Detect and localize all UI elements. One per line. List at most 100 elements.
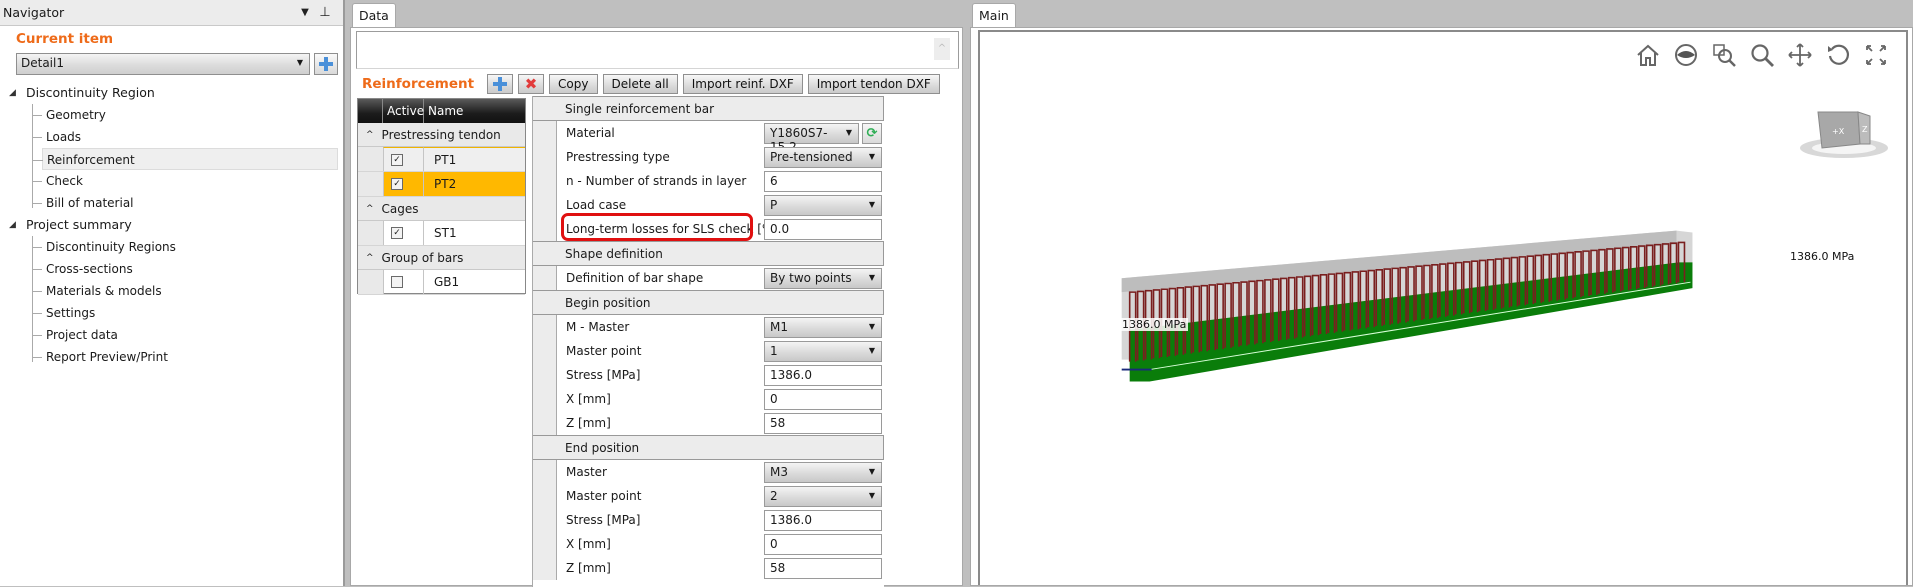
- column-header-active[interactable]: Active: [383, 99, 424, 123]
- active-checkbox[interactable]: ✓: [391, 227, 403, 239]
- begin-z-input[interactable]: 58: [764, 412, 882, 434]
- tree-item-loads[interactable]: Loads: [0, 126, 343, 148]
- tree-item-settings[interactable]: Settings: [0, 302, 343, 324]
- section-begin-position[interactable]: Begin position: [533, 290, 884, 315]
- list-item-selected[interactable]: ✓ PT2: [358, 172, 525, 197]
- end-stress-input[interactable]: 1386.0: [764, 509, 882, 531]
- active-checkbox[interactable]: ✓: [391, 153, 403, 166]
- tree-item-cross-sections[interactable]: Cross-sections: [0, 258, 343, 280]
- tree-item-reinforcement[interactable]: Reinforcement: [33, 148, 338, 170]
- collapse-triangle-icon[interactable]: ◢: [9, 214, 16, 236]
- begin-stress-input[interactable]: 1386.0: [764, 364, 882, 386]
- material-select[interactable]: Y1860S7-15.2 ▼: [764, 122, 859, 154]
- navigator-tree: ◢ Discontinuity Region Geometry Loads Re…: [0, 82, 343, 368]
- scroll-up-button[interactable]: ^: [934, 38, 950, 60]
- list-item[interactable]: ✓ ST1: [358, 221, 525, 246]
- tree-node-discontinuity-region[interactable]: ◢ Discontinuity Region: [0, 82, 343, 104]
- row-gutter: [358, 172, 383, 196]
- row-gutter: [533, 387, 557, 411]
- end-x-input[interactable]: 0: [764, 533, 882, 555]
- active-checkbox[interactable]: ✓: [391, 178, 403, 190]
- section-end-position[interactable]: End position: [533, 435, 884, 460]
- dropdown-menu-icon[interactable]: ▼: [295, 7, 315, 18]
- 3d-viewport[interactable]: 1386.0 MPa 1386.0 MPa +X Z: [978, 30, 1908, 585]
- end-master-point-select[interactable]: 2 ▼: [764, 485, 882, 507]
- fullscreen-button[interactable]: [1862, 41, 1890, 69]
- begin-master-point-select[interactable]: 1 ▼: [764, 340, 882, 362]
- active-checkbox[interactable]: [391, 276, 403, 288]
- navigation-cube[interactable]: +X Z: [1796, 104, 1896, 164]
- zoom-window-button[interactable]: [1710, 41, 1738, 69]
- collapse-caret-icon[interactable]: ^: [366, 130, 374, 140]
- tree-item-geometry[interactable]: Geometry: [0, 104, 343, 126]
- collapse-caret-icon[interactable]: ^: [366, 253, 374, 263]
- collapse-triangle-icon[interactable]: ◢: [9, 82, 16, 104]
- beam-3d-model[interactable]: [980, 32, 1906, 585]
- list-item[interactable]: GB1: [358, 270, 525, 295]
- delete-reinforcement-button[interactable]: ✖: [518, 74, 545, 94]
- tree-item-check[interactable]: Check: [0, 170, 343, 192]
- load-case-select[interactable]: P ▼: [764, 194, 882, 216]
- tab-main[interactable]: Main: [972, 3, 1016, 27]
- end-master-select[interactable]: M3 ▼: [764, 461, 882, 483]
- add-item-button[interactable]: [314, 53, 338, 75]
- add-reinforcement-button[interactable]: [487, 74, 514, 94]
- view-mode-button[interactable]: [1672, 41, 1700, 69]
- list-group-cages[interactable]: ^ Cages: [358, 197, 525, 221]
- tree-node-label: Discontinuity Region: [26, 85, 155, 100]
- section-shape-definition[interactable]: Shape definition: [533, 241, 884, 266]
- property-label: Long-term losses for SLS check [%]: [566, 222, 779, 236]
- home-view-button[interactable]: [1634, 41, 1662, 69]
- collapse-caret-icon[interactable]: ^: [366, 204, 374, 214]
- list-item[interactable]: ✓ PT1: [358, 147, 525, 172]
- zoom-button[interactable]: [1748, 41, 1776, 69]
- cube-label-z: Z: [1862, 125, 1868, 134]
- strands-input[interactable]: 6: [764, 170, 882, 192]
- begin-x-input[interactable]: 0: [764, 388, 882, 410]
- column-header-name[interactable]: Name: [424, 99, 525, 123]
- pin-icon[interactable]: ⊥: [315, 5, 335, 20]
- list-group-group-of-bars[interactable]: ^ Group of bars: [358, 246, 525, 270]
- end-z-input[interactable]: 58: [764, 557, 882, 579]
- refresh-material-button[interactable]: ⟳: [862, 122, 882, 144]
- fullscreen-icon: [1866, 45, 1886, 65]
- tree-item-discontinuity-regions[interactable]: Discontinuity Regions: [0, 236, 343, 258]
- current-item-label: Current item: [16, 31, 114, 47]
- row-gutter: [533, 217, 557, 241]
- property-label: Master: [566, 465, 607, 479]
- chevron-down-icon: ▼: [868, 466, 875, 476]
- property-label: Z [mm]: [566, 416, 611, 430]
- copy-button[interactable]: Copy: [549, 74, 598, 94]
- home-icon: [1637, 44, 1659, 66]
- delete-all-button[interactable]: Delete all: [602, 74, 678, 94]
- tree-node-project-summary[interactable]: ◢ Project summary: [0, 214, 343, 236]
- long-term-losses-input[interactable]: 0.0: [764, 218, 882, 240]
- bar-shape-select[interactable]: By two points ▼: [764, 267, 882, 289]
- tree-item-project-data[interactable]: Project data: [0, 324, 343, 346]
- end-master-point-value: 2: [770, 488, 778, 503]
- main-panel: 1386.0 MPa 1386.0 MPa +X Z: [970, 27, 1913, 586]
- property-label: Stress [MPa]: [566, 513, 641, 527]
- pan-button[interactable]: [1786, 41, 1814, 69]
- import-reinf-dxf-button[interactable]: Import reinf. DXF: [682, 74, 803, 94]
- tab-data[interactable]: Data: [352, 3, 396, 27]
- prestressing-type-select[interactable]: Pre-tensioned ▼: [764, 146, 882, 168]
- property-end-z: Z [mm] 58: [533, 556, 884, 580]
- import-tendon-dxf-button[interactable]: Import tendon DXF: [807, 74, 940, 94]
- zoom-window-icon: [1713, 44, 1736, 67]
- list-group-prestressing-tendon[interactable]: ^ Prestressing tendon: [358, 123, 525, 147]
- tree-item-materials-models[interactable]: Materials & models: [0, 280, 343, 302]
- property-end-master: Master M3 ▼: [533, 460, 884, 484]
- rotate-button[interactable]: [1824, 41, 1852, 69]
- section-single-reinforcement-bar[interactable]: Single reinforcement bar: [533, 96, 884, 121]
- tree-item-report-preview[interactable]: Report Preview/Print: [0, 346, 343, 368]
- current-item-select[interactable]: Detail1 ▼: [16, 53, 310, 75]
- begin-master-point-value: 1: [770, 343, 778, 358]
- tree-item-bill-of-material[interactable]: Bill of material: [0, 192, 343, 214]
- row-gutter: [533, 363, 557, 387]
- begin-master-select[interactable]: M1 ▼: [764, 316, 882, 338]
- property-end-x: X [mm] 0: [533, 532, 884, 556]
- row-gutter: [358, 147, 383, 171]
- plus-icon: [493, 77, 508, 91]
- row-gutter: [533, 266, 557, 290]
